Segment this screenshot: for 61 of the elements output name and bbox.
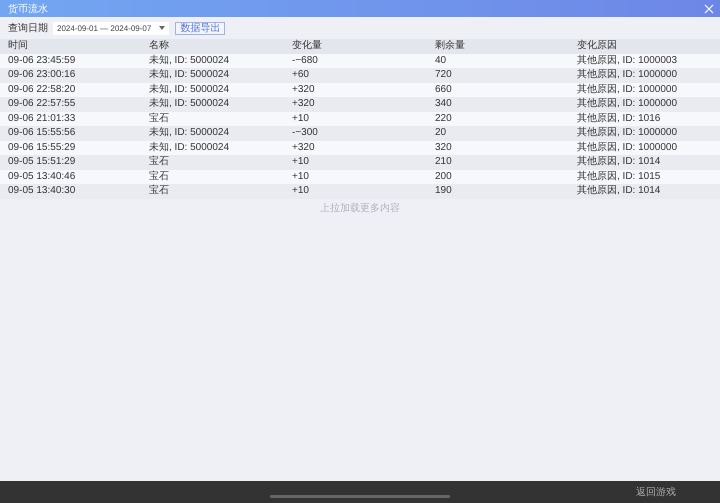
table-cell-text: 宝石 — [149, 185, 170, 198]
table-cell-text: 210 — [435, 156, 453, 168]
table-cell-text: 其他原因, ID: 1000000 — [577, 69, 678, 82]
table-cell-text: 320 — [435, 142, 453, 154]
table-cell-text: 09-06 15:55:29 — [8, 142, 76, 154]
table-cell-text: 09-06 21:01:33 — [8, 112, 76, 125]
table-cell-text: 其他原因, ID: 1000003 — [577, 54, 678, 67]
table-cell-text: 660 — [435, 84, 453, 96]
table-cell-text: 其他原因, ID: 1000000 — [577, 127, 678, 140]
table-cell-text: 220 — [435, 112, 453, 125]
table-cell-text: 其他原因, ID: 1000000 — [577, 84, 678, 96]
table-cell-text: +10 — [292, 156, 310, 168]
table-cell-text: 09-06 22:57:55 — [8, 98, 76, 110]
table-cell-text: +60 — [292, 69, 310, 82]
table-cell-text: +10 — [292, 112, 310, 125]
table-cell-text: 未知, ID: 5000024 — [149, 127, 230, 140]
table-cell-text: 09-05 15:51:29 — [8, 156, 76, 168]
table-cell-text: 20 — [435, 127, 448, 140]
column-header: 名称 — [149, 40, 170, 52]
export-button[interactable]: 数据导出 — [175, 22, 226, 34]
table-cell-text: 其他原因, ID: 1015 — [577, 170, 662, 183]
column-header: 时间 — [8, 40, 29, 52]
back-to-game-button[interactable]: 返回游戏 — [636, 485, 676, 499]
table-cell-text: +10 — [292, 170, 310, 183]
date-range-field[interactable]: 2024-09-01 — 2024-09-07 — [53, 22, 170, 34]
table-cell-text: 09-06 15:55:56 — [8, 127, 76, 140]
table-cell-text: 宝石 — [149, 112, 170, 125]
table-cell-text: 宝石 — [149, 156, 170, 168]
column-header: 变化量 — [292, 40, 323, 52]
table-cell-text: -−300 — [292, 127, 319, 140]
table-cell-text: 40 — [435, 54, 448, 67]
table-cell-text: 190 — [435, 185, 453, 198]
table-cell-text: 720 — [435, 69, 453, 82]
load-more-hint: 上拉加载更多内容 — [319, 202, 401, 214]
table-cell-text: +10 — [292, 185, 310, 198]
table-cell-text: 09-05 13:40:46 — [8, 170, 76, 183]
table-cell-text: -−680 — [292, 54, 319, 67]
table-cell-text: 其他原因, ID: 1000000 — [577, 98, 678, 110]
table-cell-text: 09-06 23:45:59 — [8, 54, 76, 67]
table-cell-text: 宝石 — [149, 170, 170, 183]
table-cell-text: 340 — [435, 98, 453, 110]
table-cell-text: 未知, ID: 5000024 — [149, 98, 230, 110]
table-cell-text: 未知, ID: 5000024 — [149, 69, 230, 82]
table-cell-text: +320 — [292, 98, 316, 110]
table-cell-text: 其他原因, ID: 1014 — [577, 185, 662, 198]
table-cell-text: 其他原因, ID: 1000000 — [577, 142, 678, 154]
table-cell-text: 未知, ID: 5000024 — [149, 84, 230, 96]
table-cell-text: 200 — [435, 170, 453, 183]
table-cell-text: 未知, ID: 5000024 — [149, 54, 230, 67]
table-cell-text: 09-06 22:58:20 — [8, 84, 76, 96]
window-title: 货币流水 — [8, 2, 48, 16]
column-header: 剩余量 — [435, 40, 466, 52]
table-cell-text: 09-06 23:00:16 — [8, 69, 76, 82]
table-cell-text: 其他原因, ID: 1016 — [577, 112, 662, 125]
table-cell-text: +320 — [292, 84, 316, 96]
table-cell-text: 09-05 13:40:30 — [8, 185, 76, 198]
table-cell-text: +320 — [292, 142, 316, 154]
table-cell-text: 其他原因, ID: 1014 — [577, 156, 662, 168]
column-header: 变化原因 — [577, 40, 618, 52]
table-cell-text: 未知, ID: 5000024 — [149, 142, 230, 154]
filter-label: 查询日期 — [8, 22, 48, 35]
